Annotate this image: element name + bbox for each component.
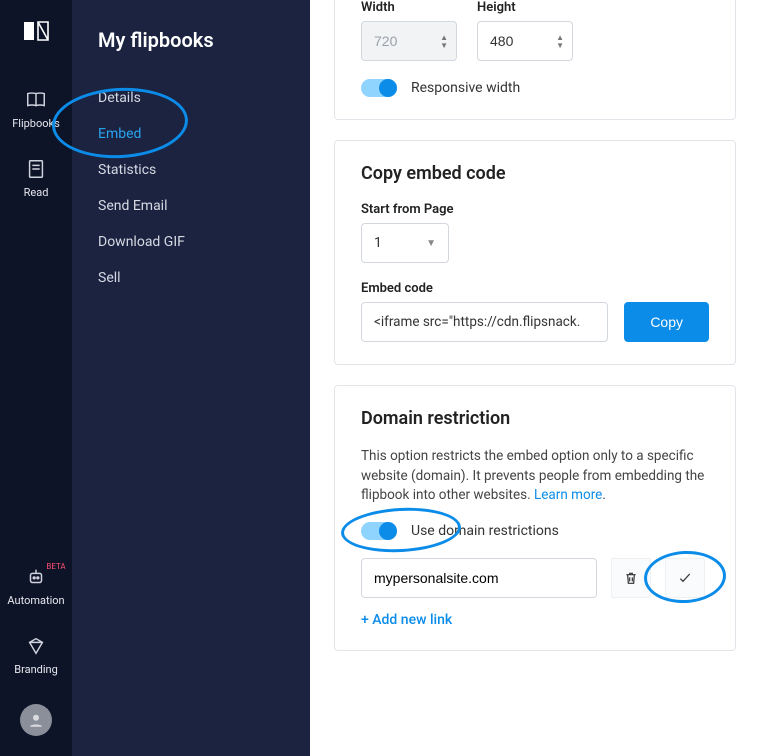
startfrom-value: 1 — [374, 235, 382, 251]
embed-code-box[interactable]: <iframe src="https://cdn.flipsnack. — [361, 302, 608, 342]
robot-icon — [25, 566, 47, 588]
subnav: My flipbooks Details Embed Statistics Se… — [72, 0, 310, 756]
height-stepper[interactable]: ▲▼ — [477, 21, 573, 61]
subnav-item-sell[interactable]: Sell — [98, 260, 284, 296]
subnav-item-download-gif[interactable]: Download GIF — [98, 224, 284, 260]
domain-input[interactable] — [361, 558, 597, 598]
stepper-icon[interactable]: ▲▼ — [440, 34, 448, 49]
rail-label: Read — [24, 186, 49, 199]
rail-item-read[interactable]: Read — [0, 158, 72, 199]
startfrom-select[interactable]: 1 ▼ — [361, 223, 449, 263]
height-input[interactable] — [490, 33, 552, 49]
embed-title: Copy embed code — [361, 163, 709, 184]
domain-desc-text: This option restricts the embed option o… — [361, 448, 704, 503]
copy-button[interactable]: Copy — [624, 302, 709, 342]
page-icon — [25, 158, 47, 180]
stepper-icon[interactable]: ▲▼ — [556, 34, 564, 49]
confirm-button[interactable] — [665, 558, 705, 598]
subnav-item-send-email[interactable]: Send Email — [98, 188, 284, 224]
rail-label: Automation — [7, 594, 64, 607]
restriction-toggle[interactable] — [361, 522, 397, 540]
startfrom-label: Start from Page — [361, 202, 709, 217]
learn-more-link[interactable]: Learn more — [534, 487, 602, 503]
rail-label: Branding — [14, 663, 58, 676]
responsive-toggle[interactable] — [361, 79, 397, 97]
diamond-icon — [25, 635, 47, 657]
rail-item-flipbooks[interactable]: Flipbooks — [0, 89, 72, 130]
domain-card: Domain restriction This option restricts… — [334, 385, 736, 651]
embed-code-card: Copy embed code Start from Page 1 ▼ Embe… — [334, 140, 736, 365]
responsive-label: Responsive width — [411, 80, 520, 96]
book-open-icon — [25, 89, 47, 111]
subnav-item-details[interactable]: Details — [98, 80, 284, 116]
subnav-title: My flipbooks — [98, 28, 284, 52]
rail-item-automation[interactable]: BETA Automation — [0, 566, 72, 607]
rail-item-branding[interactable]: Branding — [0, 635, 72, 676]
main-panel: Width ▲▼ Height ▲▼ Responsive width Copy… — [310, 0, 760, 756]
width-input[interactable] — [374, 33, 436, 49]
logo-icon — [22, 20, 50, 45]
check-icon — [677, 570, 693, 586]
width-label: Width — [361, 0, 457, 15]
domain-desc: This option restricts the embed option o… — [361, 447, 709, 506]
delete-button[interactable] — [611, 558, 651, 598]
icon-rail: Flipbooks Read BETA Automation Branding — [0, 0, 72, 756]
code-label: Embed code — [361, 281, 709, 296]
rail-label: Flipbooks — [12, 117, 60, 130]
add-link-button[interactable]: + Add new link — [361, 612, 709, 628]
beta-badge: BETA — [46, 562, 65, 571]
avatar[interactable] — [20, 704, 52, 736]
domain-title: Domain restriction — [361, 408, 709, 429]
subnav-item-embed[interactable]: Embed — [98, 116, 284, 152]
restriction-label: Use domain restrictions — [411, 523, 559, 539]
width-stepper[interactable]: ▲▼ — [361, 21, 457, 61]
chevron-down-icon: ▼ — [426, 238, 436, 249]
subnav-item-statistics[interactable]: Statistics — [98, 152, 284, 188]
height-label: Height — [477, 0, 573, 15]
dimensions-card: Width ▲▼ Height ▲▼ Responsive width — [334, 0, 736, 120]
user-icon — [27, 711, 45, 729]
trash-icon — [623, 570, 639, 586]
domain-desc-dot: . — [602, 487, 606, 503]
